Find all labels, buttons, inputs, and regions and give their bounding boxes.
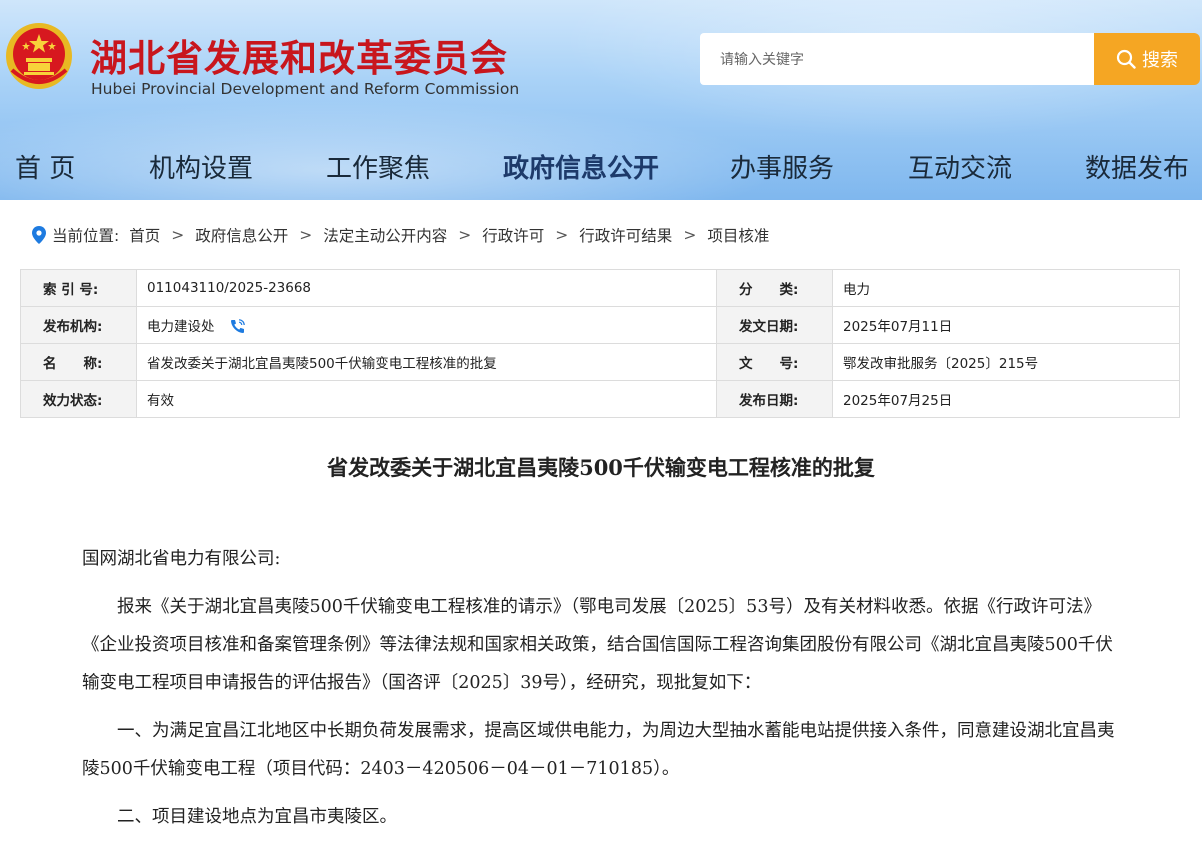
issue-date-value: 2025年07月11日	[832, 306, 1180, 344]
table-row: 名 称: 省发改委关于湖北宜昌夷陵500千伏输变电工程核准的批复 文 号: 鄂发…	[20, 343, 1180, 381]
nav-item-data-release[interactable]: 数据发布	[1085, 148, 1189, 185]
validity-value: 有效	[136, 380, 717, 418]
breadcrumb-separator: >	[171, 226, 185, 244]
nav-item-gov-info[interactable]: 政府信息公开	[503, 148, 659, 185]
validity-label: 效力状态:	[20, 380, 137, 418]
index-number-value: 011043110/2025-23668	[136, 269, 717, 307]
breadcrumb-item-gov-info[interactable]: 政府信息公开	[195, 224, 288, 246]
document-name-label: 名 称:	[20, 343, 137, 381]
breadcrumb-prefix: 当前位置:	[52, 227, 120, 245]
breadcrumb-item-license-results[interactable]: 行政许可结果	[579, 224, 672, 246]
article-salutation: 国网湖北省电力有限公司:	[82, 549, 281, 569]
breadcrumb: 当前位置: 首页 > 政府信息公开 > 法定主动公开内容 > 行政许可 > 行政…	[32, 225, 769, 245]
national-emblem-icon[interactable]	[4, 20, 74, 92]
article-paragraph: 一、为满足宜昌江北地区中长期负荷发展需求，提高区域供电能力，为周边大型抽水蓄能电…	[82, 721, 1115, 779]
document-name-value: 省发改委关于湖北宜昌夷陵500千伏输变电工程核准的批复	[136, 343, 717, 381]
publisher-value: 电力建设处	[147, 318, 215, 335]
search-icon	[1116, 49, 1136, 69]
index-number-label: 索 引 号:	[20, 269, 137, 307]
publish-date-label: 发布日期:	[716, 380, 833, 418]
document-number-value: 鄂发改审批服务〔2025〕215号	[832, 343, 1180, 381]
nav-item-work-focus[interactable]: 工作聚焦	[326, 148, 430, 185]
search-button[interactable]: 搜索	[1094, 33, 1200, 85]
main-nav: 首 页 机构设置 工作聚焦 政府信息公开 办事服务 互动交流 数据发布	[0, 148, 1202, 192]
document-info-table: 索 引 号: 011043110/2025-23668 分 类: 电力 发布机构…	[20, 269, 1180, 418]
nav-item-interaction[interactable]: 互动交流	[908, 148, 1012, 185]
site-title[interactable]: 湖北省发展和改革委员会	[90, 28, 508, 82]
breadcrumb-separator: >	[299, 226, 313, 244]
breadcrumb-separator: >	[555, 226, 569, 244]
search-bar: 搜索	[700, 33, 1200, 85]
phone-icon[interactable]	[229, 318, 246, 335]
breadcrumb-item-home[interactable]: 首页	[129, 224, 160, 246]
article-paragraph: 报来《关于湖北宜昌夷陵500千伏输变电工程核准的请示》（鄂电司发展〔2025〕5…	[82, 597, 1113, 693]
nav-item-organization[interactable]: 机构设置	[149, 148, 253, 185]
issue-date-label: 发文日期:	[716, 306, 833, 344]
breadcrumb-separator: >	[458, 226, 472, 244]
nav-item-services[interactable]: 办事服务	[730, 148, 834, 185]
table-row: 发布机构: 电力建设处 发文日期: 2025年07月11日	[20, 306, 1180, 344]
site-subtitle: Hubei Provincial Development and Reform …	[91, 80, 520, 98]
breadcrumb-item-project-approval[interactable]: 项目核准	[707, 224, 769, 246]
breadcrumb-item-legal-disclosure[interactable]: 法定主动公开内容	[323, 224, 447, 246]
category-value: 电力	[832, 269, 1180, 307]
article-paragraph: 二、项目建设地点为宜昌市夷陵区。	[117, 807, 397, 827]
publisher-cell: 电力建设处	[136, 306, 717, 344]
breadcrumb-separator: >	[683, 226, 697, 244]
nav-item-home[interactable]: 首 页	[15, 148, 75, 185]
article-title: 省发改委关于湖北宜昌夷陵500千伏输变电工程核准的批复	[327, 455, 875, 480]
search-button-label: 搜索	[1142, 50, 1178, 71]
publish-date-value: 2025年07月25日	[832, 380, 1180, 418]
table-row: 索 引 号: 011043110/2025-23668 分 类: 电力	[20, 269, 1180, 307]
article-body: 国网湖北省电力有限公司: 报来《关于湖北宜昌夷陵500千伏输变电工程核准的请示》…	[82, 540, 1122, 846]
search-input[interactable]	[700, 33, 1096, 85]
table-row: 效力状态: 有效 发布日期: 2025年07月25日	[20, 380, 1180, 418]
publisher-label: 发布机构:	[20, 306, 137, 344]
breadcrumb-item-admin-license[interactable]: 行政许可	[482, 224, 544, 246]
document-number-label: 文 号:	[716, 343, 833, 381]
location-pin-icon	[32, 226, 46, 244]
site-header: 湖北省发展和改革委员会 Hubei Provincial Development…	[0, 0, 1202, 200]
category-label: 分 类:	[716, 269, 833, 307]
